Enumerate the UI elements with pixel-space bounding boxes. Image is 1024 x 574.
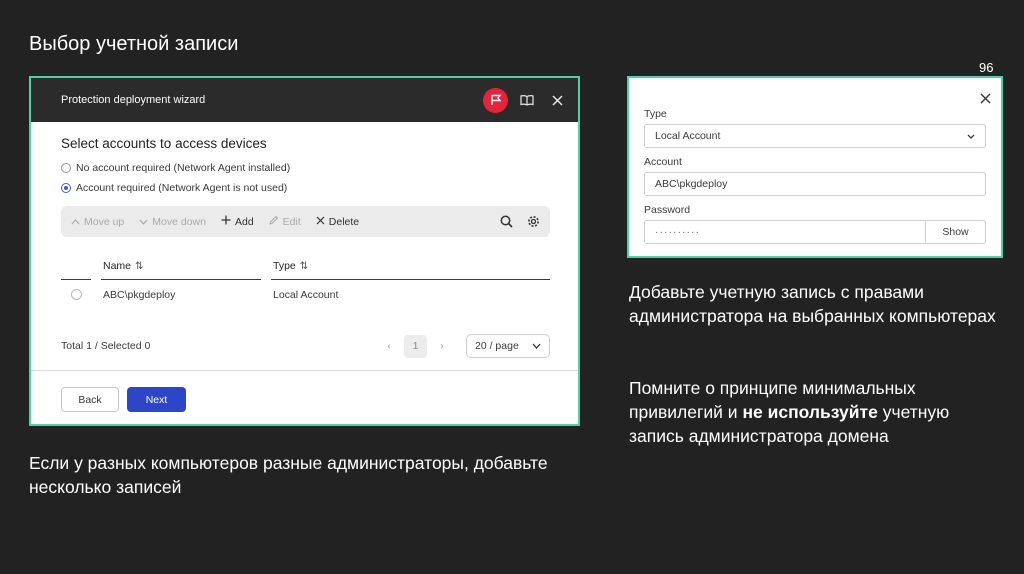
cell-name: ABC\pkgdeploy [103,288,176,301]
wizard-window: Protection deployment wizard Select acco… [29,76,580,426]
flag-icon[interactable] [483,87,508,113]
x-icon [316,216,325,228]
account-panel: Type Local Account Account ABC\pkgdeploy… [627,76,1003,258]
back-button[interactable]: Back [61,387,119,412]
password-input[interactable]: ·········· [644,220,926,244]
page-size-value: 20 / page [475,340,519,352]
next-page-icon[interactable]: › [432,340,452,352]
column-header-type[interactable]: Type ⇅ [271,253,550,280]
radio-account-required[interactable]: Account required (Network Agent is not u… [61,182,548,194]
radio-label: Account required (Network Agent is not u… [76,182,288,194]
edit-label: Edit [282,215,301,228]
column-header-name[interactable]: Name ⇅ [101,253,261,280]
gear-icon[interactable] [527,215,540,228]
column-name-label: Name [103,260,132,272]
page-number-button[interactable]: 1 [404,334,427,358]
add-label: Add [234,215,254,228]
row-select[interactable] [61,289,91,300]
table-row[interactable]: ABC\pkgdeploy Local Account [61,280,550,309]
move-up-button[interactable]: Move up [71,216,124,228]
delete-label: Delete [328,215,360,228]
password-label: Password [644,204,691,216]
sort-icon[interactable]: ⇅ [135,261,143,272]
move-down-label: Move down [152,215,206,228]
slide-title: Выбор учетной записи [29,33,239,55]
caption-right-2-bold: не используйте [742,402,878,422]
type-value: Local Account [655,130,721,142]
password-row: ·········· Show [644,220,986,244]
section-title: Select accounts to access devices [61,136,267,151]
wizard-body: Select accounts to access devices No acc… [31,122,578,370]
page-size-select[interactable]: 20 / page [466,334,550,358]
pencil-icon [268,215,279,228]
cell-type: Local Account [273,288,339,301]
move-up-label: Move up [84,215,125,228]
move-down-button[interactable]: Move down [139,216,206,228]
column-type-label: Type [273,260,296,272]
radio-no-account[interactable]: No account required (Network Agent insta… [61,162,548,174]
close-icon[interactable] [546,89,568,111]
close-icon[interactable] [980,91,991,109]
sort-icon[interactable]: ⇅ [300,261,308,272]
account-label: Account [644,156,682,168]
wizard-title: Protection deployment wizard [61,94,206,106]
show-password-button[interactable]: Show [926,220,986,244]
book-icon[interactable] [516,89,538,111]
radio-label: No account required (Network Agent insta… [76,162,291,174]
caption-right-2: Помните о принципе минимальных привилеги… [629,376,1009,448]
next-button[interactable]: Next [127,387,186,412]
accounts-table: Name ⇅ Type ⇅ ABC\pkgdeploy Local Accoun… [61,253,550,309]
plus-icon [221,215,231,228]
prev-page-icon[interactable]: ‹ [379,340,399,352]
caption-left: Если у разных компьютеров разные админис… [29,453,548,497]
account-value: ABC\pkgdeploy [655,178,728,190]
pager-total: Total 1 / Selected 0 [61,340,151,352]
wizard-footer: Back Next [31,370,578,424]
add-button[interactable]: Add [221,215,254,228]
delete-button[interactable]: Delete [316,216,359,228]
caption-right-1: Добавьте учетную запись с правами админи… [629,282,996,326]
type-select[interactable]: Local Account [644,124,986,148]
chevron-up-icon [71,216,80,228]
row-radio-button[interactable] [70,289,82,300]
type-label: Type [644,108,667,120]
page-number: 96 [979,60,994,75]
search-icon[interactable] [500,215,513,228]
password-value: ·········· [655,226,700,238]
chevron-down-icon [967,130,975,142]
radio-button[interactable] [61,163,71,173]
account-input[interactable]: ABC\pkgdeploy [644,172,986,196]
pagination: Total 1 / Selected 0 ‹ 1 › 20 / page [61,334,550,358]
table-header: Name ⇅ Type ⇅ [61,253,550,280]
header-select-column [61,253,91,280]
chevron-down-icon [532,340,541,352]
wizard-header: Protection deployment wizard [31,78,578,122]
radio-button-checked[interactable] [61,183,71,193]
chevron-down-icon [139,216,148,228]
edit-button[interactable]: Edit [268,215,301,228]
table-toolbar: Move up Move down Add Edit Delete [61,206,550,237]
